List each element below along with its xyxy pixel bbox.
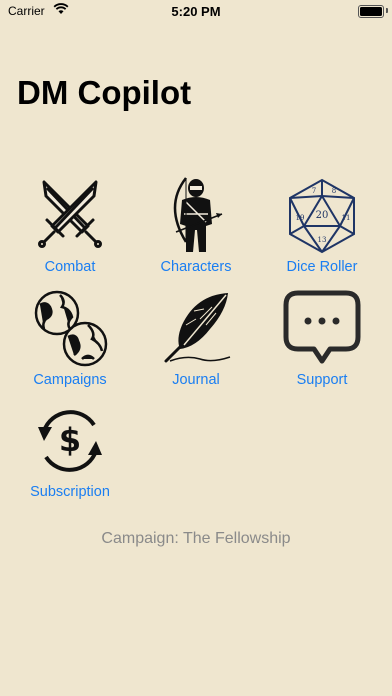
battery-tip [386,8,388,13]
journal-label: Journal [172,372,220,388]
chat-bubble-icon [282,289,362,369]
crossed-swords-icon [30,176,110,256]
campaign-status: Campaign: The Fellowship [101,530,291,547]
svg-text:19: 19 [296,214,305,222]
support-button[interactable]: Support [257,289,387,401]
dice-roller-label: Dice Roller [286,259,358,275]
page-title: DM Copilot [17,74,192,111]
support-label: Support [296,372,348,388]
clock: 5:20 PM [171,4,221,19]
subscription-button[interactable]: $ Subscription [5,401,135,513]
svg-text:$: $ [59,421,81,459]
characters-button[interactable]: Characters [131,176,261,288]
svg-text:7: 7 [312,187,316,195]
svg-text:8: 8 [332,187,336,195]
dollar-cycle-icon: $ [30,401,110,481]
campaigns-label: Campaigns [33,372,107,388]
dice-roller-button[interactable]: 20 7 8 19 11 13 Dice Roller [257,176,387,288]
svg-text:20: 20 [316,210,329,221]
subscription-label: Subscription [30,484,110,500]
svg-text:13: 13 [318,236,327,244]
quill-feather-icon [156,289,236,369]
combat-label: Combat [44,259,96,275]
globes-icon [30,289,110,369]
d20-dice-icon: 20 7 8 19 11 13 [282,176,362,256]
battery-icon [358,5,384,18]
svg-text:11: 11 [342,214,351,222]
combat-button[interactable]: Combat [5,176,135,288]
archer-icon [156,176,236,256]
characters-label: Characters [160,259,232,275]
status-bar: Carrier 5:20 PM [0,0,392,22]
campaigns-button[interactable]: Campaigns [5,289,135,401]
journal-button[interactable]: Journal [131,289,261,401]
